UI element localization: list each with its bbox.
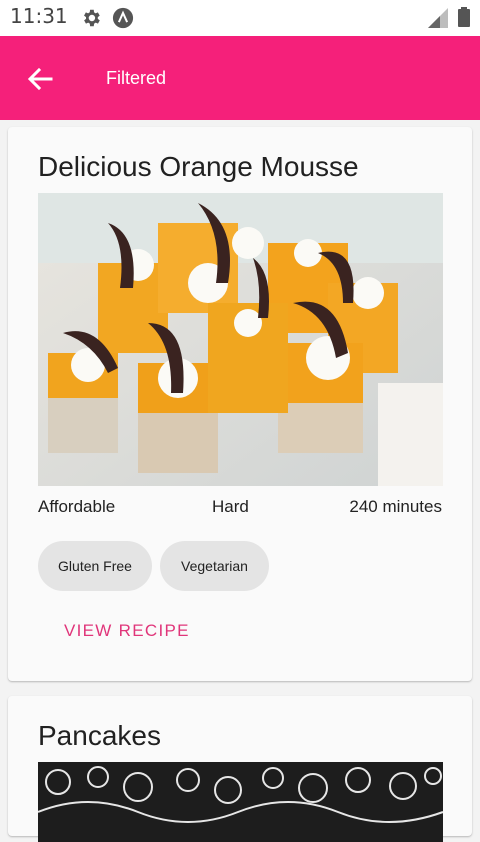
recipe-title: Delicious Orange Mousse (38, 151, 359, 182)
arrow-left-icon[interactable] (26, 65, 54, 93)
recipe-card[interactable]: Delicious Orange Mousse Affordable Hard … (8, 127, 472, 681)
view-recipe-button[interactable]: VIEW RECIPE (48, 615, 206, 647)
affordability-label: Affordable (38, 497, 116, 516)
gear-icon (84, 9, 100, 27)
recipe-image (38, 193, 443, 486)
battery-icon (458, 7, 470, 27)
a-logo-icon (112, 7, 134, 29)
signal-icon (428, 8, 448, 28)
tag-chip-vegetarian: Vegetarian (160, 541, 269, 591)
recipe-image (38, 762, 443, 842)
duration-label: 240 minutes (349, 497, 442, 516)
tag-chip-gluten-free: Gluten Free (38, 541, 152, 591)
difficulty-label: Hard (212, 497, 249, 516)
app-bar-title: Filtered (106, 68, 167, 88)
status-time: 11:31 (10, 4, 68, 28)
app-bar: Filtered (0, 36, 480, 120)
recipe-title: Pancakes (38, 720, 161, 751)
status-bar: 11:31 (0, 0, 480, 36)
recipe-card[interactable]: Pancakes (8, 696, 472, 842)
